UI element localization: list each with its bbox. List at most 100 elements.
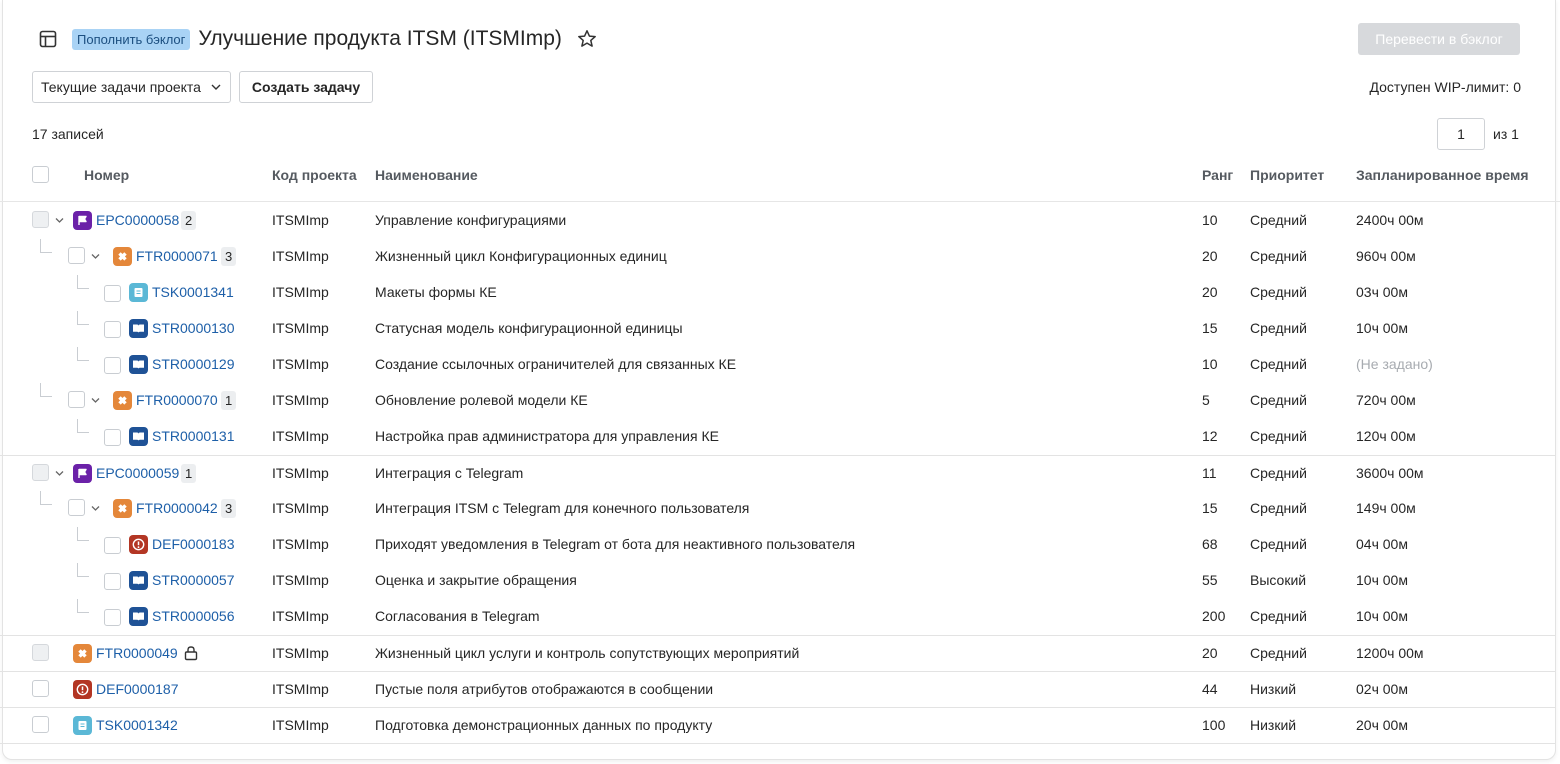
select-all-checkbox[interactable] [32, 166, 49, 183]
task-name-cell: Приходят уведомления в Telegram от бота … [375, 536, 856, 552]
backlog-tag[interactable]: Пополнить бэклог [72, 28, 191, 50]
column-number[interactable]: Номер [84, 167, 129, 183]
planned-time-cell: 10ч 00м [1356, 320, 1408, 336]
row-checkbox[interactable] [104, 537, 121, 554]
story-icon [129, 427, 148, 446]
chevron-down-icon[interactable] [54, 468, 65, 479]
row-checkbox[interactable] [104, 429, 121, 446]
row-checkbox[interactable] [68, 247, 85, 264]
table-row[interactable]: STR0000056 ITSMImp Согласования в Telegram… [0, 599, 1556, 635]
priority-cell: Низкий [1250, 681, 1297, 697]
task-number-link[interactable]: TSK0001341 [152, 284, 234, 300]
table-row[interactable]: STR0000131 ITSMImp Настройка прав админист… [0, 419, 1556, 455]
task-name-cell: Интеграция с Telegram [375, 465, 524, 481]
task-name-cell: Макеты формы КЕ [375, 284, 497, 300]
task-number-link[interactable]: EPC0000059 [96, 465, 179, 481]
task-icon [129, 283, 148, 302]
row-checkbox[interactable] [68, 499, 85, 516]
task-number-link[interactable]: STR0000130 [152, 320, 235, 336]
child-count-badge: 3 [221, 247, 237, 266]
table-row[interactable]: DEF0000183 ITSMImp Приходят уведомления в … [0, 527, 1556, 563]
task-number-link[interactable]: STR0000056 [152, 608, 235, 624]
table-row[interactable]: STR0000130 ITSMImp Статусная модель конфиг… [0, 311, 1556, 347]
chevron-down-icon[interactable] [54, 215, 65, 226]
priority-cell: Высокий [1250, 572, 1307, 588]
row-checkbox[interactable] [68, 391, 85, 408]
row-checkbox[interactable] [32, 644, 49, 661]
task-number-link[interactable]: STR0000129 [152, 356, 235, 372]
table-row[interactable]: FTR0000042 3 ITSMImp Интеграция ITSM с Tele… [0, 491, 1556, 527]
child-count-badge: 1 [221, 391, 237, 410]
tree-connector [77, 419, 89, 433]
star-icon[interactable] [576, 28, 598, 50]
create-task-button[interactable]: Создать задачу [239, 71, 373, 103]
column-project-code[interactable]: Код проекта [272, 167, 357, 183]
task-name-cell: Оценка и закрытие обращения [375, 572, 577, 588]
task-number-link[interactable]: FTR0000049 [96, 645, 178, 661]
row-checkbox[interactable] [104, 321, 121, 338]
table-row[interactable]: FTR0000049 ITSMImp Жизненный цикл услуги и… [0, 635, 1556, 671]
task-filter-select[interactable]: Текущие задачи проекта [32, 71, 231, 103]
task-number-link[interactable]: DEF0000187 [96, 681, 179, 697]
feature-icon [73, 644, 92, 663]
row-checkbox[interactable] [104, 285, 121, 302]
chevron-down-icon[interactable] [90, 251, 101, 262]
table-row[interactable]: STR0000057 ITSMImp Оценка и закрытие обращ… [0, 563, 1556, 599]
column-priority[interactable]: Приоритет [1250, 167, 1324, 183]
story-icon [129, 355, 148, 374]
row-checkbox[interactable] [32, 680, 49, 697]
row-checkbox[interactable] [104, 609, 121, 626]
row-checkbox[interactable] [32, 211, 49, 228]
lock-icon [184, 646, 198, 661]
column-rank[interactable]: Ранг [1202, 167, 1233, 183]
task-number-link[interactable]: STR0000131 [152, 428, 235, 444]
layout-icon[interactable] [38, 29, 58, 49]
task-name-cell: Обновление ролевой модели КЕ [375, 392, 588, 408]
table-row[interactable]: FTR0000071 3 ITSMImp Жизненный цикл Конфигу… [0, 239, 1556, 275]
table-row[interactable]: FTR0000070 1 ITSMImp Обновление ролевой мод… [0, 383, 1556, 419]
rank-cell: 10 [1202, 212, 1218, 228]
task-name-cell: Управление конфигурациями [375, 212, 567, 228]
planned-time-cell: 2400ч 00м [1356, 212, 1424, 228]
task-number-link[interactable]: EPC0000058 [96, 212, 179, 228]
table-row[interactable]: DEF0000187 ITSMImp Пустые поля атрибутов о… [0, 671, 1556, 707]
row-checkbox[interactable] [32, 716, 49, 733]
task-number-link[interactable]: FTR0000070 [136, 392, 218, 408]
column-name[interactable]: Наименование [375, 167, 478, 183]
chevron-down-icon[interactable] [90, 503, 101, 514]
table-row[interactable]: EPC0000058 2 ITSMImp Управление конфигураци… [0, 203, 1556, 239]
row-checkbox[interactable] [104, 357, 121, 374]
rank-cell: 55 [1202, 572, 1218, 588]
table-row[interactable]: TSK0001342 ITSMImp Подготовка демонстрацио… [0, 707, 1556, 743]
task-name-cell: Настройка прав администратора для управл… [375, 428, 719, 444]
rank-cell: 11 [1202, 465, 1217, 481]
rank-cell: 15 [1202, 320, 1218, 336]
task-number-link[interactable]: FTR0000042 [136, 500, 218, 516]
task-number-link[interactable]: TSK0001342 [96, 717, 178, 733]
project-code-cell: ITSMImp [272, 608, 329, 624]
tree-connector [40, 239, 52, 253]
feature-icon [113, 247, 132, 266]
table-row[interactable]: STR0000129 ITSMImp Создание ссылочных огра… [0, 347, 1556, 383]
priority-cell: Низкий [1250, 717, 1297, 733]
row-checkbox[interactable] [32, 464, 49, 481]
project-code-cell: ITSMImp [272, 681, 329, 697]
table-row[interactable]: TSK0001341 ITSMImp Макеты формы КЕ 20 Средни… [0, 275, 1556, 311]
column-planned-time[interactable]: Запланированное время [1356, 167, 1529, 183]
page-number-input[interactable]: 1 [1437, 118, 1485, 150]
task-number-link[interactable]: STR0000057 [152, 572, 235, 588]
task-number-link[interactable]: DEF0000183 [152, 536, 235, 552]
task-number-link[interactable]: FTR0000071 [136, 248, 218, 264]
table-row[interactable]: EPC0000059 1 ITSMImp Интеграция с Telegram 1… [0, 455, 1556, 491]
move-to-backlog-button[interactable]: Перевести в бэклог [1358, 23, 1520, 55]
table-bottom-border [0, 743, 1556, 744]
priority-cell: Средний [1250, 248, 1307, 264]
project-code-cell: ITSMImp [272, 500, 329, 516]
chevron-down-icon [211, 84, 221, 90]
page-title: Улучшение продукта ITSM (ITSMImp) [198, 27, 562, 50]
priority-cell: Средний [1250, 320, 1307, 336]
chevron-down-icon[interactable] [90, 395, 101, 406]
rank-cell: 20 [1202, 645, 1218, 661]
task-name-cell: Статусная модель конфигурационной единиц… [375, 320, 683, 336]
row-checkbox[interactable] [104, 573, 121, 590]
